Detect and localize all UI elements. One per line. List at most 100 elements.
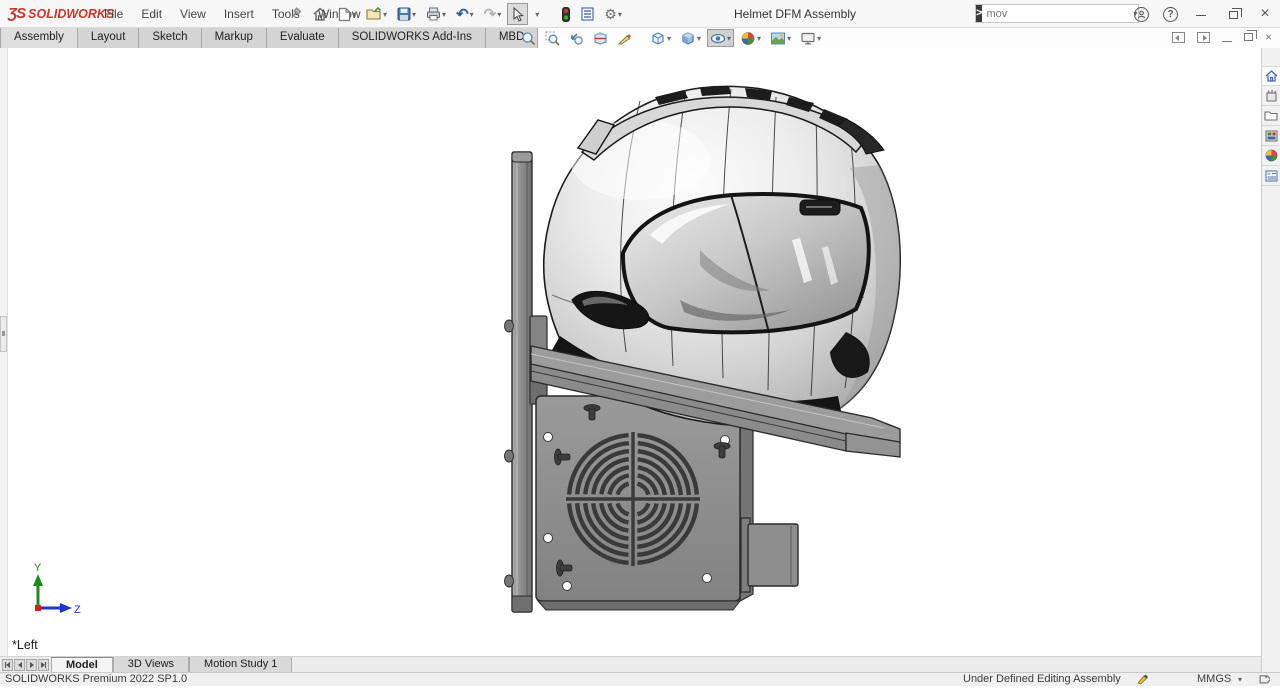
stand-base-box[interactable] <box>536 396 753 610</box>
custom-properties-icon[interactable] <box>1262 166 1280 186</box>
dropdown-caret[interactable]: ▾ <box>727 34 731 43</box>
z-axis-arrow <box>60 603 72 613</box>
dropdown-caret[interactable]: ▾ <box>497 10 501 19</box>
y-axis-label: Y <box>34 562 42 574</box>
dropdown-caret[interactable]: ▾ <box>697 34 701 43</box>
collapsed-panel-strip <box>0 48 8 672</box>
undo-button[interactable]: ↶ ▾ <box>452 3 478 25</box>
x-axis-dot <box>35 605 41 611</box>
dropdown-caret[interactable]: ▾ <box>412 10 416 19</box>
view-orientation-label: *Left <box>12 638 38 652</box>
dropdown-caret[interactable]: ▾ <box>757 34 761 43</box>
solidworks-resources-home-icon[interactable] <box>1262 66 1280 86</box>
tab-markup[interactable]: Markup <box>202 28 267 48</box>
minimize-button[interactable] <box>1192 7 1210 22</box>
view-orientation-icon[interactable]: ▾ <box>647 29 674 47</box>
orientation-triad: Y Z <box>0 0 120 686</box>
document-restore-icon[interactable] <box>1244 33 1253 41</box>
tab-solidworks-add-ins[interactable]: SOLIDWORKS Add-Ins <box>339 28 486 48</box>
y-axis-arrow <box>33 574 43 586</box>
scroll-next-button[interactable] <box>26 659 37 671</box>
tab-evaluate[interactable]: Evaluate <box>267 28 339 48</box>
search-input[interactable] <box>982 8 1132 20</box>
quick-access-toolbar: ▾ ▾ ▾ ▾ ↶ ▾ ↷ ▾ ▾ <box>284 2 626 26</box>
home-button[interactable] <box>308 3 332 25</box>
3ds-logo-mark: ƷS <box>8 5 25 22</box>
task-pane <box>1261 48 1280 672</box>
file-explorer-icon[interactable] <box>1262 106 1280 126</box>
dynamic-annotation-views-icon[interactable] <box>614 29 635 47</box>
scroll-first-button[interactable] <box>2 659 13 671</box>
design-library-icon[interactable] <box>1262 86 1280 106</box>
helmet-assembly-model[interactable] <box>0 0 1280 686</box>
dropdown-caret[interactable]: ▾ <box>535 10 539 19</box>
login-user-icon[interactable] <box>1134 7 1149 22</box>
pin-menu-icon[interactable] <box>284 3 306 25</box>
dropdown-caret[interactable]: ▾ <box>383 10 387 19</box>
command-manager-tabs: Assembly Layout Sketch Markup Evaluate S… <box>0 28 538 48</box>
select-dropdown[interactable]: ▾ <box>530 3 543 25</box>
menu-insert[interactable]: Insert <box>215 0 263 28</box>
panel-expand-handle[interactable] <box>0 316 7 352</box>
zoom-to-fit-icon[interactable] <box>518 29 539 47</box>
open-document-button[interactable]: ▾ <box>362 3 391 25</box>
collapse-pane-left-icon[interactable] <box>1172 32 1185 43</box>
hide-show-items-icon[interactable]: ▾ <box>707 29 734 47</box>
zoom-to-area-icon[interactable] <box>542 29 563 47</box>
apply-scene-icon[interactable]: ▾ <box>767 29 794 47</box>
unit-system-selector[interactable]: MMGS <box>1197 673 1231 686</box>
save-button[interactable]: ▾ <box>393 3 420 25</box>
rebuild-button[interactable] <box>557 3 575 25</box>
section-view-icon[interactable] <box>590 29 611 47</box>
menu-edit[interactable]: Edit <box>132 0 171 28</box>
redo-icon: ↷ <box>484 5 497 23</box>
dropdown-caret[interactable]: ▾ <box>787 34 791 43</box>
dropdown-caret[interactable]: ▾ <box>352 10 356 19</box>
restore-button[interactable] <box>1224 7 1242 22</box>
menu-file[interactable]: File <box>95 0 132 28</box>
scroll-prev-button[interactable] <box>14 659 25 671</box>
view-palette-icon[interactable] <box>1262 126 1280 146</box>
tab-scroll-buttons <box>0 657 51 672</box>
side-connector-box[interactable] <box>741 518 798 592</box>
dropdown-caret[interactable]: ▾ <box>667 34 671 43</box>
product-version-text: SOLIDWORKS Premium 2022 SP1.0 <box>5 673 187 686</box>
appearances-scenes-icon[interactable] <box>1262 146 1280 166</box>
display-style-icon[interactable]: ▾ <box>677 29 704 47</box>
tag-icon[interactable] <box>1258 673 1270 689</box>
tab-3d-views[interactable]: 3D Views <box>113 657 189 672</box>
new-document-button[interactable]: ▾ <box>334 3 360 25</box>
tab-model[interactable]: Model <box>51 657 113 672</box>
dropdown-caret[interactable]: ▾ <box>618 10 622 19</box>
tab-assembly[interactable]: Assembly <box>0 28 78 48</box>
dropdown-caret[interactable]: ▾ <box>470 10 474 19</box>
options-button[interactable]: ⚙ ▾ <box>600 3 626 25</box>
document-close-icon[interactable]: × <box>1265 30 1272 44</box>
dropdown-caret[interactable]: ▾ <box>817 34 821 43</box>
tab-layout[interactable]: Layout <box>78 28 140 48</box>
dropdown-caret[interactable]: ▾ <box>442 10 446 19</box>
unit-system-caret[interactable]: ▾ <box>1238 673 1242 686</box>
help-icon[interactable]: ? <box>1163 7 1178 22</box>
collapse-pane-right-icon[interactable] <box>1197 32 1210 43</box>
edit-appearance-icon[interactable]: ▾ <box>737 29 764 47</box>
previous-view-icon[interactable] <box>566 29 587 47</box>
view-settings-icon[interactable]: ▾ <box>797 29 824 47</box>
constraint-status-text: Under Defined <box>963 673 1034 686</box>
file-properties-button[interactable] <box>577 3 598 25</box>
stand-back-plate[interactable] <box>505 152 533 612</box>
command-search-box[interactable]: > ▾ <box>975 4 1139 23</box>
z-axis-label: Z <box>74 604 81 616</box>
title-bar: ƷS SOLIDWORKS File Edit View Insert Tool… <box>0 0 1280 28</box>
select-tool-button[interactable] <box>507 3 528 25</box>
quick-tips-icon[interactable] <box>1136 673 1149 689</box>
menu-view[interactable]: View <box>171 0 215 28</box>
tab-motion-study-1[interactable]: Motion Study 1 <box>189 657 292 672</box>
close-button[interactable]: × <box>1256 5 1274 23</box>
scroll-last-button[interactable] <box>38 659 49 671</box>
redo-button[interactable]: ↷ ▾ <box>480 3 506 25</box>
tab-sketch[interactable]: Sketch <box>139 28 201 48</box>
document-minimize-icon[interactable] <box>1222 41 1232 42</box>
print-button[interactable]: ▾ <box>422 3 450 25</box>
document-tab-bar: Model 3D Views Motion Study 1 <box>0 656 1261 672</box>
